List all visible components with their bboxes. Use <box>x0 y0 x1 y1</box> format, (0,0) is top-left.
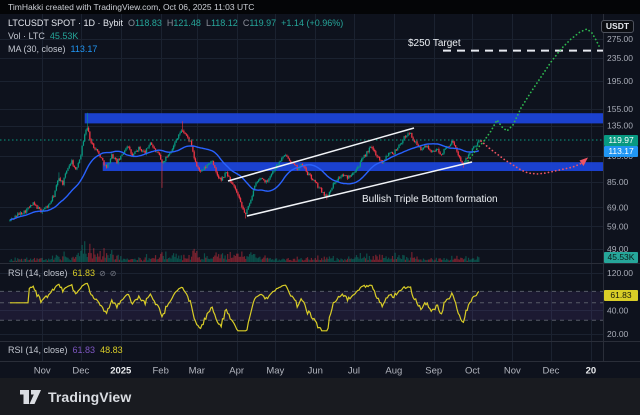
svg-text:Nov: Nov <box>504 366 521 377</box>
symbol-title[interactable]: LTCUSDT SPOT · 1D · Bybit <box>8 18 123 28</box>
rsi-band-fill <box>0 291 603 320</box>
rsi-value-label: 61.83 <box>604 290 638 301</box>
currency-toggle-button[interactable]: USDT <box>601 20 634 33</box>
svg-text:Feb: Feb <box>153 366 169 377</box>
svg-text:59.00: 59.00 <box>607 221 629 231</box>
ma-legend-row[interactable]: MA (30, close) 113.17 <box>8 43 343 56</box>
svg-text:155.00: 155.00 <box>607 104 633 114</box>
svg-text:120.00: 120.00 <box>607 268 633 278</box>
resistance-band[interactable] <box>85 113 603 123</box>
svg-text:Sep: Sep <box>425 366 442 377</box>
close-value: 119.97 <box>249 18 276 28</box>
ma-study-label: MA (30, close) <box>8 44 66 54</box>
rsi2-study-value2: 48.83 <box>100 345 123 355</box>
rsi2-legend[interactable]: RSI (14, close) 61.83 48.83 <box>8 345 123 355</box>
rsi2-study-value1: 61.83 <box>73 345 96 355</box>
last-price-label: 119.97 <box>604 135 638 146</box>
svg-text:20.00: 20.00 <box>607 329 629 339</box>
svg-text:May: May <box>266 366 284 377</box>
svg-text:195.00: 195.00 <box>607 76 633 86</box>
tradingview-logo-icon <box>20 390 41 404</box>
svg-text:Apr: Apr <box>229 366 244 377</box>
ma-price-label: 113.17 <box>604 146 638 157</box>
volume-value-label: 45.53K <box>604 252 638 263</box>
target-annotation-text[interactable]: $250 Target <box>408 38 461 49</box>
svg-text:Jul: Jul <box>348 366 360 377</box>
tradingview-wordmark: TradingView <box>48 389 131 405</box>
rsi-study-label: RSI (14, close) <box>8 268 68 278</box>
chart-background <box>0 14 640 378</box>
volume-legend-row[interactable]: Vol · LTC 45.53K <box>8 30 343 43</box>
svg-text:Jun: Jun <box>308 366 323 377</box>
symbol-legend-row[interactable]: LTCUSDT SPOT · 1D · BybitO118.83H121.48L… <box>8 17 343 30</box>
rsi-study-value: 61.83 <box>73 268 96 278</box>
ma-study-value: 113.17 <box>71 44 98 54</box>
svg-text:135.00: 135.00 <box>607 121 633 131</box>
change-value: +1.14 (+0.96%) <box>281 18 343 28</box>
svg-text:Dec: Dec <box>543 366 560 377</box>
footer-bar: TradingView <box>0 378 640 415</box>
volume-study-label: Vol · LTC <box>8 31 45 41</box>
open-label: O <box>128 18 135 28</box>
svg-text:40.00: 40.00 <box>607 305 629 315</box>
volume-study-value: 45.53K <box>50 31 79 41</box>
tradingview-chart-page: 275.00235.00195.00155.00135.00105.0085.0… <box>0 0 640 415</box>
rsi2-study-label: RSI (14, close) <box>8 345 68 355</box>
high-value: 121.48 <box>173 18 201 28</box>
open-value: 118.83 <box>135 18 162 28</box>
svg-text:Aug: Aug <box>385 366 402 377</box>
symbol-legend: LTCUSDT SPOT · 1D · BybitO118.83H121.48L… <box>8 17 343 56</box>
svg-text:275.00: 275.00 <box>607 34 633 44</box>
svg-text:2025: 2025 <box>110 366 132 377</box>
svg-text:69.00: 69.00 <box>607 202 629 212</box>
support-band[interactable] <box>103 162 603 171</box>
time-axis[interactable]: Nov Dec 2025 Feb Mar Apr May Jun Jul Aug Sep Oct Nov… <box>34 366 596 377</box>
low-value: 118.12 <box>211 18 238 28</box>
svg-text:Nov: Nov <box>34 366 51 377</box>
attribution-bar: TimHakki created with TradingView.com, O… <box>0 0 640 14</box>
svg-text:Dec: Dec <box>72 366 89 377</box>
pattern-annotation-text[interactable]: Bullish Triple Bottom formation <box>362 194 498 205</box>
svg-text:235.00: 235.00 <box>607 53 633 63</box>
more-options-icon[interactable]: ⊘ <box>110 269 117 278</box>
attribution-text: TimHakki created with TradingView.com, O… <box>8 2 254 12</box>
svg-text:85.00: 85.00 <box>607 177 629 187</box>
rsi-legend[interactable]: RSI (14, close)61.83⊘⊘ <box>8 268 116 278</box>
hide-study-icon[interactable]: ⊘ <box>99 269 106 278</box>
svg-text:20: 20 <box>586 366 597 377</box>
svg-text:Oct: Oct <box>465 366 480 377</box>
svg-text:Mar: Mar <box>189 366 205 377</box>
